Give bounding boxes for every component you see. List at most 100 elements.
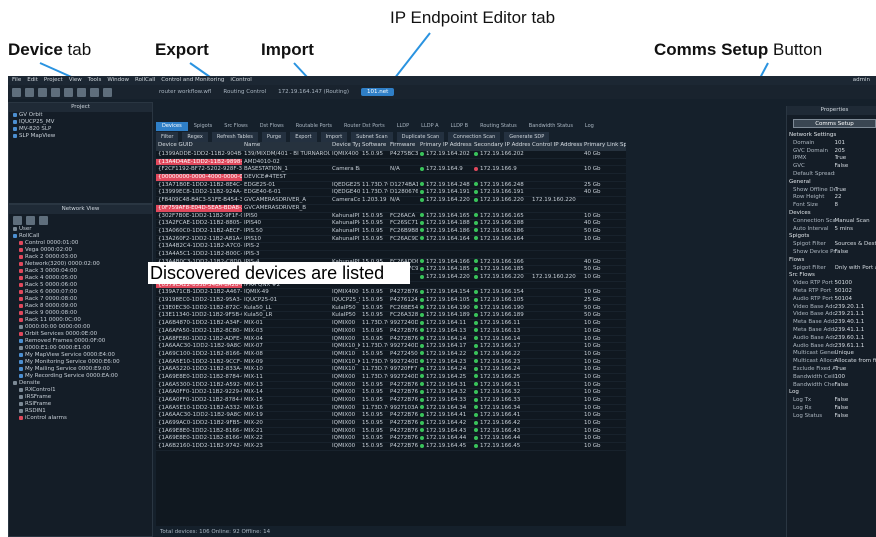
document-tab[interactable]: 101.net [360, 88, 395, 96]
network-tree-item[interactable]: Control 0000:01:00 [9, 240, 152, 247]
network-tree-item[interactable]: RSIFrame [9, 401, 152, 408]
property-value[interactable]: True [835, 155, 876, 163]
table-row[interactable]: {F2CF1192-BF72-5202-928F-30CE7D4E5B6A}BA… [156, 166, 626, 175]
network-tree-item[interactable]: Rack 11 0000:0C:00 [9, 317, 152, 324]
network-tree-item[interactable]: iControl alarms [9, 415, 152, 422]
property-row[interactable]: Bandwidth Ceiling100 [787, 374, 876, 382]
table-row[interactable]: {1A6B4870-1DD2-11B2-A34F-00237000287E}MI… [156, 320, 626, 328]
property-value[interactable]: False [835, 405, 876, 413]
network-tree-item[interactable]: Rack 2 0000:03:00 [9, 254, 152, 261]
generate-sdp-button[interactable]: Generate SDP [504, 132, 550, 142]
column-header[interactable]: Device Type [330, 142, 360, 151]
menu-item[interactable]: RollCall [135, 77, 155, 84]
user-label[interactable]: admin [853, 77, 870, 83]
table-row[interactable]: {1A6A5E10-1DD2-11B2-A332-002370003BC6}MI… [156, 405, 626, 413]
network-tree-item[interactable]: Removed Frames 0000:0F:00 [9, 338, 152, 345]
table-row[interactable]: {13A060C0-1DD2-11B2-AECF-002370009176}IP… [156, 228, 626, 236]
menu-item[interactable]: Project [44, 77, 63, 84]
tab-routing-status[interactable]: Routing Status [474, 122, 523, 131]
property-value[interactable]: Unique [835, 350, 876, 358]
tab-dst-flows[interactable]: Dst Flows [254, 122, 290, 131]
network-tree-item[interactable]: RSDIN1 [9, 408, 152, 415]
network-tree-item[interactable]: My Monitoring Service 0000:E6:00 [9, 359, 152, 366]
table-row[interactable]: {1A69E8E0-1DD2-11B2-8784-0023700028B3}MI… [156, 374, 626, 382]
property-value[interactable]: 101 [835, 140, 876, 148]
project-tree-item[interactable]: GV Orbit [9, 112, 152, 119]
property-value[interactable]: 100 [835, 374, 876, 382]
tab-bandwidth-status[interactable]: Bandwidth Status [523, 122, 579, 131]
property-value[interactable] [835, 171, 876, 179]
property-value[interactable]: 239.20.1.1 [835, 304, 876, 312]
property-value[interactable]: True [835, 187, 876, 195]
tab-spigots[interactable]: Spigots [188, 122, 219, 131]
network-tree-item[interactable]: Orbit Services 0000:0E:00 [9, 331, 152, 338]
property-value[interactable]: Manual Scan [835, 218, 876, 226]
property-row[interactable]: Row Height 22 [787, 194, 876, 202]
network-tree-item[interactable]: Rack 4 0000:05:00 [9, 275, 152, 282]
network-tree-item[interactable]: RollCall [9, 233, 152, 240]
table-row[interactable]: {1A6AAC30-1DD2-11B2-9A8C-00237000368D}MI… [156, 412, 626, 421]
table-row[interactable]: {302F7B0E-1DD2-11B2-9F1F-002370001F5C}IP… [156, 213, 626, 221]
table-row[interactable]: {00000000-0000-4000-0000-000000000000}DE… [156, 174, 626, 182]
menu-item[interactable]: File [12, 77, 21, 84]
column-header[interactable]: Software [360, 142, 388, 151]
table-row[interactable]: {13A4A5C1-1DD2-11B2-B00C-002370000B0A}IP… [156, 251, 626, 259]
column-header[interactable]: Primary IP Address [418, 142, 472, 151]
network-tree-item[interactable]: RXControl1 [9, 387, 152, 394]
table-row[interactable]: {1A69E8E0-1DD2-11B2-8166-002370003C8E}MI… [156, 435, 626, 444]
network-tree-item[interactable]: Rack 7 0000:08:00 [9, 296, 152, 303]
property-value[interactable]: False [835, 397, 876, 405]
property-row[interactable]: Connection ScanManual Scan [787, 218, 876, 226]
column-header[interactable]: Device GUID [156, 142, 242, 151]
property-value[interactable]: False [835, 163, 876, 171]
project-tree-item[interactable]: MV-820 SLP [9, 126, 152, 133]
column-header[interactable]: Firmware [388, 142, 418, 151]
menu-item[interactable]: Window [107, 77, 129, 84]
table-row[interactable]: {1A6A0FF0-1DD2-11B2-8784-002370002B66}MI… [156, 397, 626, 405]
property-row[interactable]: Meta RTP Port 50102 [787, 288, 876, 296]
network-tree-item[interactable]: Rack 6 0000:07:00 [9, 289, 152, 296]
property-row[interactable]: Log Status False [787, 413, 876, 421]
property-row[interactable]: Multicast AllocationAllocate from first … [787, 358, 876, 366]
network-tree-item[interactable]: Network(3200) 0000:02:00 [9, 261, 152, 268]
gear-icon[interactable] [77, 87, 86, 97]
table-row[interactable]: {1A6A5300-1DD2-11B2-A592-002370002B65}MI… [156, 382, 626, 390]
property-row[interactable]: Default Spreadsheet [787, 171, 876, 179]
refresh-tables-button[interactable]: Refresh Tables [211, 132, 258, 142]
table-row[interactable]: {1A6AFA50-1DD2-11B2-8C80-002370002B7C}MI… [156, 328, 626, 336]
table-row[interactable]: {0F759AF8-E04D-5EA5-BDA8-211D01EAD0D1}GV… [156, 204, 626, 213]
tab-log[interactable]: Log [579, 122, 600, 131]
tab-routable-ports[interactable]: Routable Ports [290, 122, 338, 131]
property-value[interactable]: 5 mins [835, 226, 876, 234]
duplicate-scan-button[interactable]: Duplicate Scan [396, 132, 445, 142]
disk-icon[interactable] [64, 87, 73, 97]
property-value[interactable]: False [835, 413, 876, 421]
network-tree-item[interactable]: Densite [9, 380, 152, 387]
open-icon[interactable] [25, 87, 34, 97]
property-row[interactable]: Log Rx False [787, 405, 876, 413]
project-tree-item[interactable]: IQUCP25_MV [9, 119, 152, 126]
document-tab[interactable]: 172.19.164.147 (Routing) [278, 89, 349, 95]
table-row[interactable]: {1A6A0FF0-1DD2-11B2-9229-00237000036D}MI… [156, 389, 626, 397]
tab-lldp-a[interactable]: LLDP A [415, 122, 444, 131]
project-tree-item[interactable]: SLP MapView [9, 133, 152, 140]
menu-item[interactable]: Control and Monitoring [161, 77, 224, 84]
property-row[interactable]: Multicast GenerationUnique [787, 350, 876, 358]
property-value[interactable]: 239.21.1.1 [835, 311, 876, 319]
save-icon[interactable] [38, 87, 47, 97]
grid-icon[interactable] [90, 87, 99, 97]
table-row[interactable]: {1A6A5E10-1DD2-11B2-9CCF-0023700036D3}MI… [156, 359, 626, 367]
property-row[interactable]: Show Offline Devic...True [787, 187, 876, 195]
table-row[interactable]: {13A4B2C4-1DD2-11B2-A7C0-00237000A771}IP… [156, 243, 626, 251]
property-row[interactable]: Audio Base Addres...239.61.1.1 [787, 343, 876, 351]
table-row[interactable]: {F8409C48-B4C3-51FE-B454-37190CD89C00}GV… [156, 197, 626, 205]
property-row[interactable]: Video Base Addres...239.20.1.1 [787, 304, 876, 312]
network-tree-item[interactable]: My Mailing Service 0000:E9:00 [9, 366, 152, 373]
property-value[interactable]: 239.41.1.1 [835, 327, 876, 335]
property-value[interactable]: Only with Port assigned [835, 265, 876, 273]
subnet-scan-button[interactable]: Subnet Scan [351, 132, 393, 142]
table-row[interactable]: {1A69E8E0-1DD2-11B2-8166-0023700028B7}MI… [156, 428, 626, 436]
property-value[interactable]: 8 [835, 202, 876, 210]
property-row[interactable]: IPMX True [787, 155, 876, 163]
table-row[interactable]: {1399ADDE-1DD2-11B2-904B-0023700022D0}13… [156, 151, 626, 159]
